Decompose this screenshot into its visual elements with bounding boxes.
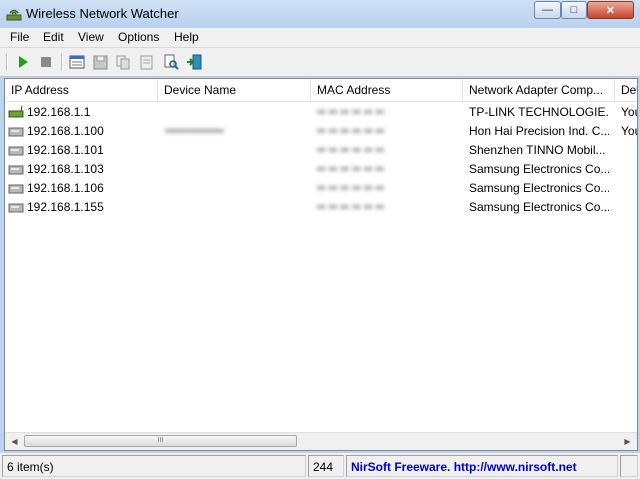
computer-icon (8, 203, 24, 213)
cell-adapter: TP-LINK TECHNOLOGIE... (469, 105, 609, 119)
computer-icon (8, 146, 24, 156)
status-bar: 6 item(s) 244 NirSoft Freeware. http://w… (0, 453, 640, 479)
nirsoft-link[interactable]: NirSoft Freeware. http://www.nirsoft.net (346, 455, 618, 477)
cell-mac: •• •• •• •• •• •• (317, 143, 385, 157)
computer-icon (8, 127, 24, 137)
toolbar-separator (61, 53, 63, 71)
status-count: 244 (308, 455, 344, 477)
cell-adapter: Samsung Electronics Co... (469, 200, 609, 214)
exit-icon (187, 54, 202, 70)
cell-adapter: Samsung Electronics Co... (469, 181, 609, 195)
cell-mac: •• •• •• •• •• •• (317, 162, 385, 176)
horizontal-scrollbar[interactable]: ◀ III ▶ (5, 432, 637, 450)
properties-button[interactable] (67, 52, 87, 72)
table-row[interactable]: 192.168.1.155 •• •• •• •• •• •• Samsung … (5, 198, 637, 217)
report-icon (140, 55, 152, 69)
cell-adapter: Shenzhen TINNO Mobil... (469, 143, 606, 157)
menu-bar: File Edit View Options Help (0, 28, 640, 48)
column-mac-address[interactable]: MAC Address (311, 79, 463, 101)
computer-icon (8, 165, 24, 175)
minimize-icon: — (542, 4, 553, 16)
grip-icon: III (157, 437, 164, 444)
device-list[interactable]: IP Address Device Name MAC Address Netwo… (4, 78, 638, 451)
stop-icon (41, 57, 51, 67)
minimize-button[interactable]: — (534, 1, 561, 19)
app-icon (6, 9, 22, 21)
cell-mac: •• •• •• •• •• •• (317, 105, 385, 119)
column-device-information[interactable]: Dev (615, 79, 637, 101)
window-title: Wireless Network Watcher (26, 6, 179, 21)
table-row[interactable]: 192.168.1.101 •• •• •• •• •• •• Shenzhen… (5, 141, 637, 160)
router-icon (8, 106, 24, 118)
table-row[interactable]: 192.168.1.100 •••••••••••••• •• •• •• ••… (5, 122, 637, 141)
save-icon (93, 55, 107, 69)
find-button[interactable] (161, 52, 181, 72)
cell-adapter: Hon Hai Precision Ind. C... (469, 124, 609, 138)
menu-view[interactable]: View (78, 30, 104, 44)
cell-adapter: Samsung Electronics Co... (469, 162, 609, 176)
scroll-left-button[interactable]: ◀ (6, 434, 23, 449)
title-bar: Wireless Network Watcher — □ ✕ (0, 0, 640, 28)
menu-file[interactable]: File (10, 30, 29, 44)
save-button[interactable] (90, 52, 110, 72)
cell-mac: •• •• •• •• •• •• (317, 181, 385, 195)
close-button[interactable]: ✕ (587, 1, 634, 19)
scroll-right-button[interactable]: ▶ (619, 434, 636, 449)
exit-button[interactable] (184, 52, 204, 72)
copy-button[interactable] (113, 52, 133, 72)
copy-icon (116, 55, 129, 69)
cell-ip: 192.168.1.100 (27, 124, 104, 138)
cell-ip: 192.168.1.1 (27, 105, 91, 119)
stop-button[interactable] (36, 52, 56, 72)
column-ip-address[interactable]: IP Address (5, 79, 158, 101)
menu-help[interactable]: Help (174, 30, 199, 44)
menu-edit[interactable]: Edit (43, 30, 64, 44)
cell-extra: You (621, 105, 637, 119)
play-icon (19, 56, 28, 68)
cell-mac: •• •• •• •• •• •• (317, 124, 385, 138)
column-header-row: IP Address Device Name MAC Address Netwo… (5, 79, 637, 102)
cell-ip: 192.168.1.106 (27, 181, 104, 195)
cell-mac: •• •• •• •• •• •• (317, 200, 385, 214)
column-network-adapter-company[interactable]: Network Adapter Comp... (463, 79, 615, 101)
cell-extra: You (621, 124, 637, 138)
status-item-count: 6 item(s) (2, 455, 306, 477)
cell-ip: 192.168.1.103 (27, 162, 104, 176)
resize-grip[interactable] (620, 455, 638, 477)
close-icon: ✕ (605, 4, 616, 17)
cell-ip: 192.168.1.101 (27, 143, 104, 157)
find-icon (164, 54, 179, 70)
scrollbar-thumb[interactable]: III (24, 435, 297, 447)
table-row[interactable]: 192.168.1.106 •• •• •• •• •• •• Samsung … (5, 179, 637, 198)
cell-device-name: •••••••••••••• (165, 124, 224, 138)
toolbar-separator (6, 53, 8, 71)
toolbar (0, 48, 640, 77)
properties-icon (69, 55, 85, 69)
start-button[interactable] (13, 52, 33, 72)
maximize-button[interactable]: □ (561, 1, 587, 19)
menu-options[interactable]: Options (118, 30, 159, 44)
arrow-left-icon: ◀ (11, 437, 18, 446)
report-button[interactable] (136, 52, 156, 72)
computer-icon (8, 184, 24, 194)
table-row[interactable]: 192.168.1.103 •• •• •• •• •• •• Samsung … (5, 160, 637, 179)
maximize-icon: □ (570, 4, 578, 16)
column-device-name[interactable]: Device Name (158, 79, 311, 101)
cell-ip: 192.168.1.155 (27, 200, 104, 214)
app-window: Wireless Network Watcher — □ ✕ File Edit… (0, 0, 640, 479)
table-row[interactable]: 192.168.1.1 •• •• •• •• •• •• TP-LINK TE… (5, 103, 637, 122)
arrow-right-icon: ▶ (624, 437, 631, 446)
